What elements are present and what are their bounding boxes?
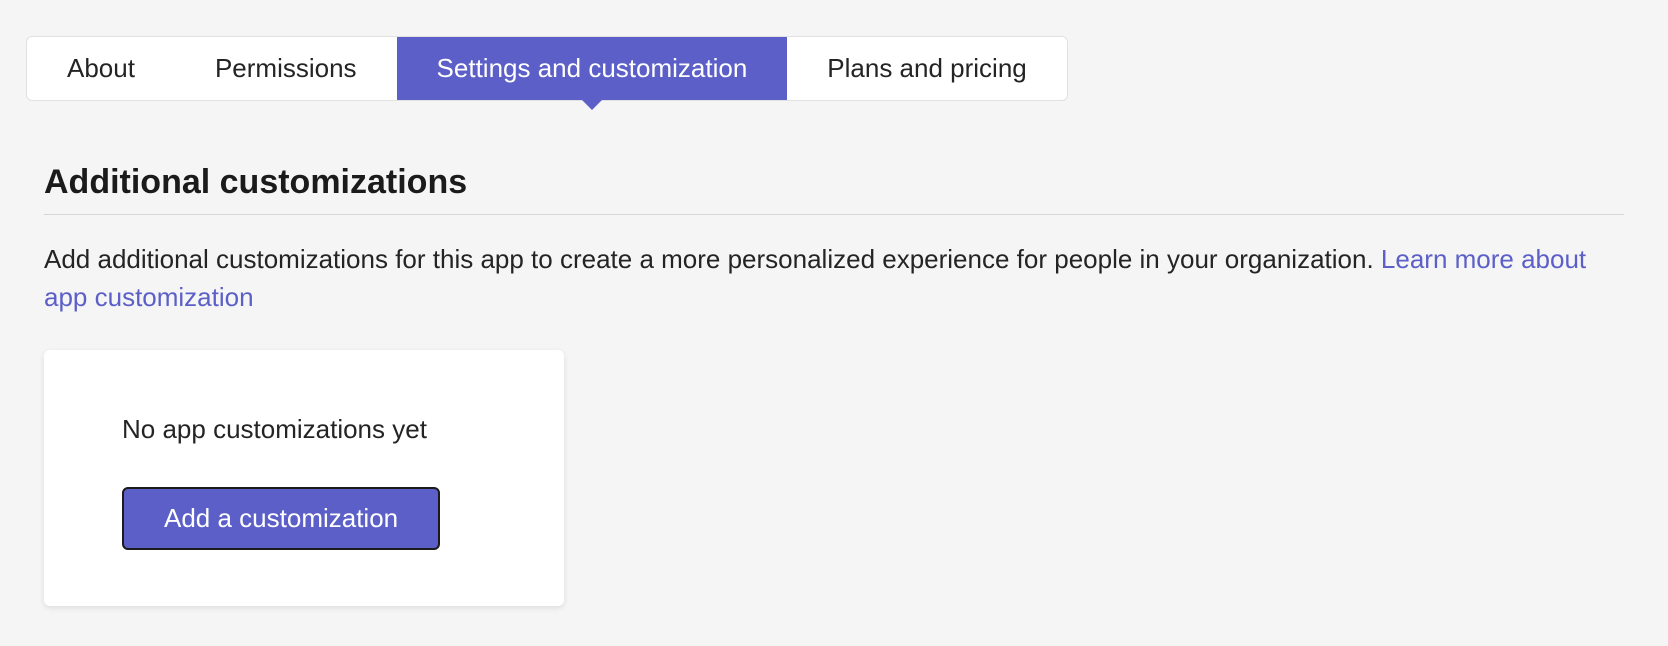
empty-state-text: No app customizations yet: [122, 414, 524, 445]
tab-permissions[interactable]: Permissions: [175, 37, 397, 100]
add-customization-button[interactable]: Add a customization: [122, 487, 440, 550]
tab-settings-customization[interactable]: Settings and customization: [397, 37, 788, 100]
tab-about[interactable]: About: [27, 37, 175, 100]
section-description: Add additional customizations for this a…: [44, 241, 1624, 316]
section-description-text: Add additional customizations for this a…: [44, 244, 1381, 274]
tab-bar: About Permissions Settings and customiza…: [26, 36, 1068, 101]
section-title: Additional customizations: [44, 163, 1624, 215]
additional-customizations-section: Additional customizations Add additional…: [26, 163, 1642, 606]
customizations-card: No app customizations yet Add a customiz…: [44, 350, 564, 606]
tab-plans-pricing[interactable]: Plans and pricing: [787, 37, 1066, 100]
